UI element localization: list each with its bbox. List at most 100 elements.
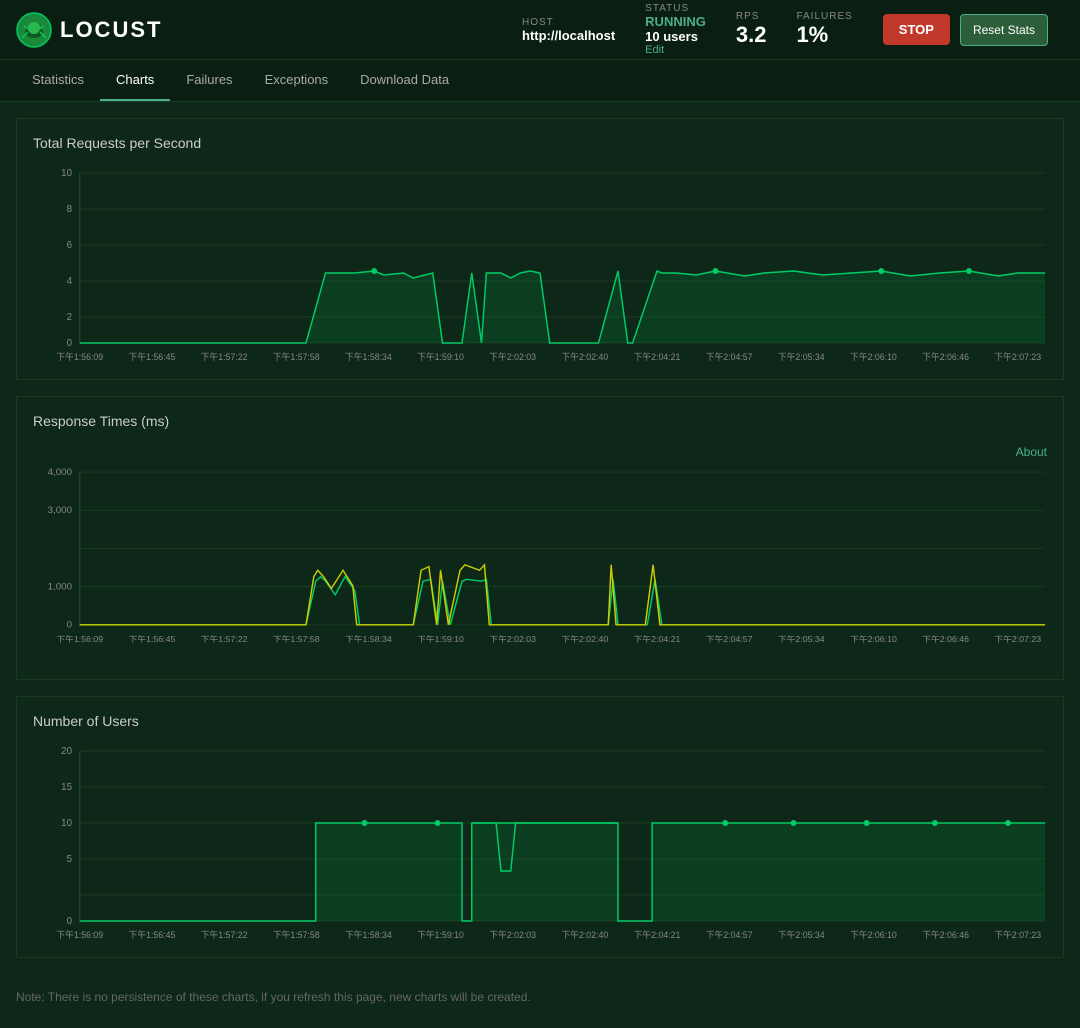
total-rps-chart-container: 10 8 6 4 2 0 下午1:56:09 下午1:56:45 下午1:57:… — [33, 163, 1047, 363]
svg-text:下午1:57:58: 下午1:57:58 — [273, 634, 320, 644]
svg-text:下午1:56:45: 下午1:56:45 — [129, 351, 176, 362]
nav-tabs: Statistics Charts Failures Exceptions Do… — [0, 60, 1080, 102]
logo-area: LOCUST — [16, 12, 162, 48]
svg-text:下午1:56:09: 下午1:56:09 — [56, 929, 103, 940]
header-buttons: STOP Reset Stats — [883, 14, 1048, 46]
svg-text:下午2:06:10: 下午2:06:10 — [850, 351, 897, 362]
reset-stats-button[interactable]: Reset Stats — [960, 14, 1048, 46]
svg-text:下午2:06:46: 下午2:06:46 — [922, 634, 969, 644]
tab-statistics[interactable]: Statistics — [16, 60, 100, 101]
svg-text:下午1:59:10: 下午1:59:10 — [417, 634, 464, 644]
svg-text:下午2:06:10: 下午2:06:10 — [850, 929, 897, 940]
svg-text:下午2:05:34: 下午2:05:34 — [778, 929, 825, 940]
svg-text:4: 4 — [67, 276, 73, 287]
svg-text:下午2:05:34: 下午2:05:34 — [778, 351, 825, 362]
svg-text:下午2:02:40: 下午2:02:40 — [561, 929, 608, 940]
svg-text:下午2:02:40: 下午2:02:40 — [561, 351, 608, 362]
num-users-chart-section: Number of Users 20 15 10 5 0 — [16, 696, 1064, 958]
svg-text:下午1:56:09: 下午1:56:09 — [56, 351, 103, 362]
num-users-title: Number of Users — [33, 713, 1047, 729]
header-stats: HOST http://localhost STATUS RUNNING 10 … — [522, 3, 1048, 56]
svg-text:下午1:57:58: 下午1:57:58 — [273, 351, 320, 362]
svg-text:下午1:57:22: 下午1:57:22 — [201, 929, 248, 940]
svg-text:0: 0 — [67, 338, 73, 349]
svg-text:下午2:04:57: 下午2:04:57 — [706, 929, 753, 940]
svg-text:8: 8 — [67, 204, 73, 215]
svg-text:下午1:58:34: 下午1:58:34 — [345, 929, 392, 940]
rps-label: RPS — [736, 11, 767, 22]
svg-text:下午1:56:45: 下午1:56:45 — [129, 929, 176, 940]
svg-text:下午2:07:23: 下午2:07:23 — [994, 929, 1041, 940]
rps-value: 3.2 — [736, 22, 767, 48]
failures-value: 1% — [796, 22, 852, 48]
svg-text:15: 15 — [61, 782, 72, 793]
svg-text:1,000: 1,000 — [48, 581, 72, 592]
total-rps-title: Total Requests per Second — [33, 135, 1047, 151]
num-users-svg: 20 15 10 5 0 下午1:56:09 — [33, 741, 1047, 941]
tab-download-data[interactable]: Download Data — [344, 60, 465, 101]
svg-text:10: 10 — [61, 168, 72, 179]
svg-text:下午2:06:10: 下午2:06:10 — [850, 634, 897, 644]
about-link[interactable]: About — [33, 441, 1047, 463]
note-text: Note: There is no persistence of these c… — [16, 974, 1064, 1012]
svg-text:下午1:57:22: 下午1:57:22 — [201, 634, 248, 644]
edit-link[interactable]: Edit — [645, 44, 706, 56]
svg-text:下午2:02:03: 下午2:02:03 — [489, 351, 536, 362]
failures-block: FAILURES 1% — [796, 11, 852, 48]
svg-text:20: 20 — [61, 746, 72, 757]
svg-text:下午2:02:03: 下午2:02:03 — [489, 929, 536, 940]
response-times-svg: 4,000 3,000 1,000 0 下午1:56:09 下午1:56:45 … — [33, 463, 1047, 663]
svg-text:0: 0 — [67, 916, 73, 927]
svg-text:下午2:07:23: 下午2:07:23 — [994, 634, 1041, 644]
svg-text:下午2:04:57: 下午2:04:57 — [706, 351, 753, 362]
num-users-chart-container: 20 15 10 5 0 下午1:56:09 — [33, 741, 1047, 941]
status-value: RUNNING — [645, 14, 706, 29]
svg-text:6: 6 — [67, 240, 73, 251]
svg-text:下午2:02:03: 下午2:02:03 — [489, 634, 536, 644]
svg-text:下午1:58:34: 下午1:58:34 — [345, 634, 392, 644]
rps-block: RPS 3.2 — [736, 11, 767, 48]
status-label: STATUS — [645, 3, 706, 14]
svg-text:下午1:59:10: 下午1:59:10 — [417, 351, 464, 362]
tab-exceptions[interactable]: Exceptions — [249, 60, 345, 101]
svg-text:下午1:57:58: 下午1:57:58 — [273, 929, 320, 940]
svg-text:10: 10 — [61, 818, 72, 829]
response-times-title: Response Times (ms) — [33, 413, 1047, 429]
svg-text:下午2:04:21: 下午2:04:21 — [634, 634, 681, 644]
svg-text:下午2:02:40: 下午2:02:40 — [561, 634, 608, 644]
response-times-chart-container: 4,000 3,000 1,000 0 下午1:56:09 下午1:56:45 … — [33, 463, 1047, 663]
total-rps-chart-section: Total Requests per Second 10 8 6 4 2 0 — [16, 118, 1064, 380]
svg-text:下午2:06:46: 下午2:06:46 — [922, 351, 969, 362]
host-value: http://localhost — [522, 28, 615, 43]
svg-text:下午2:06:46: 下午2:06:46 — [922, 929, 969, 940]
svg-text:2: 2 — [67, 312, 72, 323]
svg-text:4,000: 4,000 — [48, 466, 72, 477]
svg-text:下午1:56:45: 下午1:56:45 — [129, 634, 176, 644]
users-value: 10 users — [645, 29, 706, 44]
svg-text:下午2:07:23: 下午2:07:23 — [994, 351, 1041, 362]
svg-text:下午1:56:09: 下午1:56:09 — [56, 634, 103, 644]
svg-text:下午1:58:34: 下午1:58:34 — [345, 351, 392, 362]
host-block: HOST http://localhost — [522, 17, 615, 43]
logo-text: LOCUST — [60, 17, 162, 43]
svg-text:0: 0 — [67, 619, 72, 630]
host-label: HOST — [522, 17, 615, 28]
svg-text:3,000: 3,000 — [48, 504, 72, 515]
tab-failures[interactable]: Failures — [170, 60, 248, 101]
svg-text:下午2:04:21: 下午2:04:21 — [634, 929, 681, 940]
svg-text:下午1:57:22: 下午1:57:22 — [201, 351, 248, 362]
stop-button[interactable]: STOP — [883, 14, 950, 45]
main-content: Total Requests per Second 10 8 6 4 2 0 — [0, 102, 1080, 1028]
total-rps-svg: 10 8 6 4 2 0 下午1:56:09 下午1:56:45 下午1:57:… — [33, 163, 1047, 363]
locust-logo-icon — [16, 12, 52, 48]
response-times-chart-section: Response Times (ms) About 4,000 3,000 1,… — [16, 396, 1064, 680]
svg-text:下午2:04:21: 下午2:04:21 — [634, 351, 681, 362]
svg-text:5: 5 — [67, 854, 73, 865]
svg-text:下午2:04:57: 下午2:04:57 — [706, 634, 753, 644]
failures-label: FAILURES — [796, 11, 852, 22]
status-block: STATUS RUNNING 10 users Edit — [645, 3, 706, 56]
tab-charts[interactable]: Charts — [100, 60, 170, 101]
svg-text:下午1:59:10: 下午1:59:10 — [417, 929, 464, 940]
header: LOCUST HOST http://localhost STATUS RUNN… — [0, 0, 1080, 60]
svg-text:下午2:05:34: 下午2:05:34 — [778, 634, 825, 644]
